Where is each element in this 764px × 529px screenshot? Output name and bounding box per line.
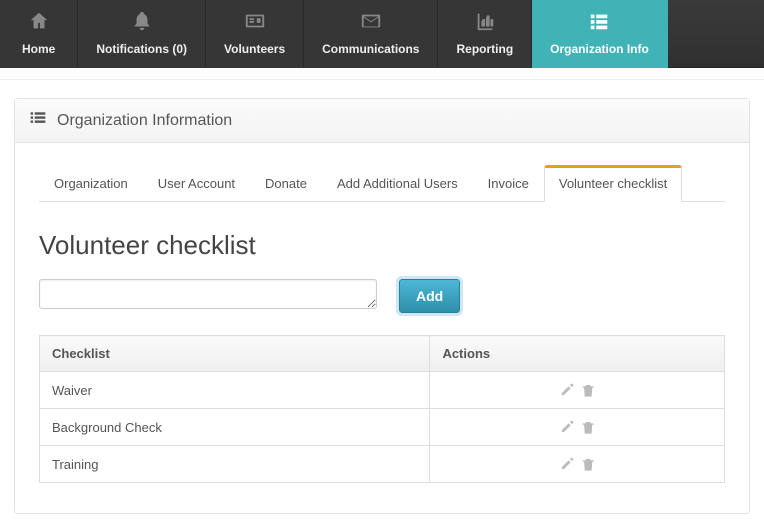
- add-button[interactable]: Add: [399, 279, 460, 313]
- nav-shadow: [0, 68, 764, 80]
- nav-spacer: [668, 0, 764, 68]
- checklist-input[interactable]: [39, 279, 377, 309]
- table-row: Waiver: [40, 372, 725, 409]
- tab-invoice[interactable]: Invoice: [473, 165, 544, 202]
- trash-icon[interactable]: [579, 456, 596, 471]
- nav-label: Volunteers: [224, 42, 285, 56]
- panel-header: Organization Information: [15, 99, 749, 143]
- nav-home[interactable]: Home: [0, 0, 78, 68]
- top-nav: Home Notifications (0) Volunteers Commun…: [0, 0, 764, 68]
- list-icon: [550, 10, 649, 35]
- edit-icon[interactable]: [558, 456, 575, 471]
- checklist-name: Training: [40, 446, 430, 483]
- checklist-name: Background Check: [40, 409, 430, 446]
- panel-title: Organization Information: [57, 112, 232, 130]
- bar-chart-icon: [456, 10, 513, 35]
- tab-user-account[interactable]: User Account: [143, 165, 250, 202]
- nav-label: Communications: [322, 42, 419, 56]
- list-icon: [29, 109, 47, 132]
- nav-reporting[interactable]: Reporting: [438, 0, 532, 68]
- nav-notifications[interactable]: Notifications (0): [78, 0, 206, 68]
- id-card-icon: [224, 10, 285, 35]
- nav-organization-info[interactable]: Organization Info: [532, 0, 668, 68]
- edit-icon[interactable]: [558, 419, 575, 434]
- header-actions: Actions: [430, 336, 725, 372]
- nav-communications[interactable]: Communications: [304, 0, 438, 68]
- tab-donate[interactable]: Donate: [250, 165, 322, 202]
- trash-icon[interactable]: [579, 419, 596, 434]
- tabs: Organization User Account Donate Add Add…: [39, 165, 725, 202]
- edit-icon[interactable]: [558, 382, 575, 397]
- table-row: Background Check: [40, 409, 725, 446]
- table-row: Training: [40, 446, 725, 483]
- checklist-table: Checklist Actions Waiver Background Chec…: [39, 335, 725, 483]
- nav-label: Home: [22, 42, 55, 56]
- panel-organization-information: Organization Information Organization Us…: [14, 98, 750, 514]
- tab-add-additional-users[interactable]: Add Additional Users: [322, 165, 473, 202]
- home-icon: [22, 10, 55, 35]
- header-checklist: Checklist: [40, 336, 430, 372]
- nav-label: Notifications (0): [96, 42, 187, 56]
- tab-volunteer-checklist[interactable]: Volunteer checklist: [544, 165, 682, 202]
- envelope-icon: [322, 10, 419, 35]
- trash-icon[interactable]: [579, 382, 596, 397]
- checklist-name: Waiver: [40, 372, 430, 409]
- page-title: Volunteer checklist: [39, 230, 725, 261]
- tab-organization[interactable]: Organization: [39, 165, 143, 202]
- nav-volunteers[interactable]: Volunteers: [206, 0, 304, 68]
- nav-label: Organization Info: [550, 42, 649, 56]
- nav-label: Reporting: [456, 42, 513, 56]
- bell-icon: [96, 10, 187, 35]
